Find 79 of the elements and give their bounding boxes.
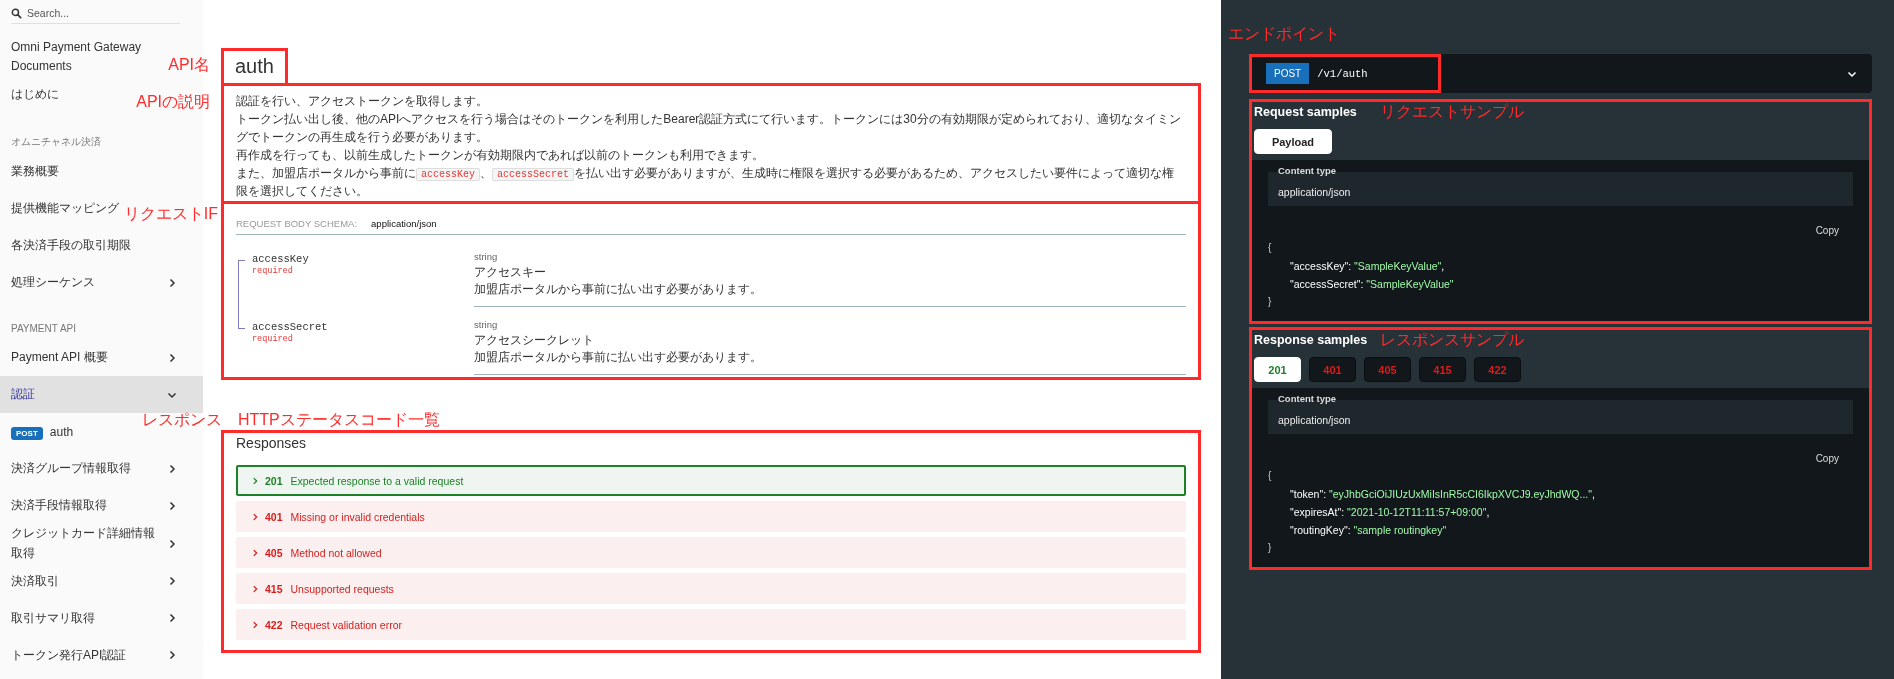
response-item[interactable]: 401 Missing or invalid credentials <box>236 501 1186 532</box>
field-name: accessSecret <box>252 321 329 333</box>
nav-item[interactable]: はじめに <box>0 76 59 114</box>
nav-item[interactable]: POST auth <box>0 413 74 451</box>
inline-code: accessSecret <box>492 168 575 181</box>
sample-tab[interactable]: 201 <box>1254 357 1301 382</box>
response-item[interactable]: 405 Method not allowed <box>236 537 1186 568</box>
nav-section-heading: オムニチャネル決済 <box>10 135 102 150</box>
required-label: required <box>252 334 294 344</box>
nav-item[interactable]: 業務概要 <box>0 153 59 191</box>
search-icon <box>11 7 22 19</box>
description-text: 再作成を行っても、以前生成したトークンが有効期限内であれば以前のトークンも利用できます。 <box>236 147 765 164</box>
code-line: "token": "eyJhbGciOiJIUzUxMiIsInR5cCI6IkpXVCJ9.eyJhdWQ...", <box>1289 487 1596 502</box>
search-field[interactable]: Search... <box>27 7 167 19</box>
copy-button[interactable]: Copy <box>1809 452 1845 465</box>
response-item[interactable]: 201 Expected response to a valid request <box>236 465 1186 496</box>
response-item[interactable]: 415 Unsupported requests <box>236 573 1186 604</box>
annotation-label: リクエストサンプル <box>1380 102 1524 122</box>
samples-heading: Request samples <box>1253 104 1357 121</box>
response-item[interactable]: 422 Request validation error <box>236 609 1186 640</box>
method-badge: POST <box>1266 63 1310 84</box>
annotation-label: レスポンスサンプル <box>1380 330 1524 350</box>
code-line: } <box>1268 541 1273 555</box>
description-text: トークン払い出し後、他のAPIへアクセスを行う場合はそのトークンを利用したBearer認証方式にて行います。トークンには30分の有効期限が定められており、適切なタイミングでトークンの再生成を行う必要があります。 <box>236 111 1182 146</box>
code-line: { <box>1268 241 1273 255</box>
inline-code: accessKey <box>416 168 480 181</box>
field-type: string <box>474 319 499 330</box>
nav-item[interactable]: 認証 <box>0 376 203 414</box>
samples-heading: Response samples <box>1253 332 1368 349</box>
code-line: } <box>1268 295 1273 309</box>
field-title: アクセスシークレット <box>474 332 595 349</box>
field-type: string <box>474 251 499 262</box>
required-label: required <box>252 266 294 276</box>
chevron-icon <box>250 619 260 630</box>
content-type-value: application/json <box>1278 414 1352 426</box>
nav-item[interactable]: トークン発行API認証 <box>0 636 203 674</box>
description-text: また、加盟店ポータルから事前に accessKey 、 accessSecret を払い出す必要がありますが、生成時に権限を選択する必要があるため、アクセスしたい要件によって適切な権限を選択してください。 <box>236 165 1176 200</box>
annotation-label: レスポンス HTTPステータスコード一覧 <box>142 412 440 428</box>
annotation-label: APIの説明 <box>136 92 210 112</box>
nav-item[interactable]: Payment API 概要 <box>0 339 203 377</box>
responses-heading: Responses <box>236 434 308 453</box>
code-line: { <box>1268 469 1273 483</box>
chevron-icon <box>250 583 260 594</box>
field-description: 加盟店ポータルから事前に払い出す必要があります。 <box>474 281 763 298</box>
sample-tab[interactable]: Payload <box>1254 129 1332 154</box>
operation-title: auth <box>234 54 275 79</box>
nav-item[interactable]: 各決済手段の取引期限 <box>0 227 131 265</box>
nav-item[interactable]: 決済手段情報取得 <box>0 487 203 525</box>
annotation-label: エンドポイント <box>1228 24 1340 44</box>
code-line: "expiresAt": "2021-10-12T11:11:57+09:00", <box>1289 505 1491 520</box>
copy-button[interactable]: Copy <box>1809 224 1845 237</box>
schema-label: REQUEST BODY SCHEMA: <box>236 218 358 229</box>
content-type-label: Content type <box>1278 165 1337 176</box>
annotation-label: API名 <box>168 55 210 75</box>
field-title: アクセスキー <box>474 264 547 281</box>
nav-item[interactable]: Omni Payment Gateway Documents <box>0 38 156 77</box>
nav-item[interactable]: 取引サマリ取得 <box>0 599 203 637</box>
description-text: 認証を行い、アクセストークンを取得します。 <box>236 93 489 110</box>
schema-content-type: application/json <box>371 218 437 229</box>
code-line: "accessSecret": "SampleKeyValue" <box>1289 277 1455 292</box>
nav-item[interactable]: 決済グループ情報取得 <box>0 450 203 488</box>
chevron-icon <box>250 547 260 558</box>
code-line: "routingKey": "sample routingkey" <box>1289 523 1448 538</box>
nav-item-label: auth <box>49 424 74 439</box>
nav-section-heading: PAYMENT API <box>10 322 78 337</box>
field-description: 加盟店ポータルから事前に払い出す必要があります。 <box>474 349 763 366</box>
endpoint-path: /v1/auth <box>1317 67 1368 80</box>
content-type-value: application/json <box>1278 186 1352 198</box>
content-type-label: Content type <box>1278 393 1337 404</box>
nav-item[interactable]: 決済取引 <box>0 562 203 600</box>
method-badge: POST <box>11 426 43 440</box>
chevron-icon <box>250 475 260 486</box>
annotation-label: リクエストIF <box>123 204 218 224</box>
field-name: accessKey <box>252 253 310 265</box>
nav-item[interactable]: 処理シーケンス <box>0 264 203 302</box>
chevron-icon <box>250 511 260 522</box>
nav-item[interactable]: クレジットカード詳細情報取得 <box>0 524 203 563</box>
code-line: "accessKey": "SampleKeyValue", <box>1289 259 1446 274</box>
nav-item[interactable]: 提供機能マッピング <box>0 190 119 228</box>
